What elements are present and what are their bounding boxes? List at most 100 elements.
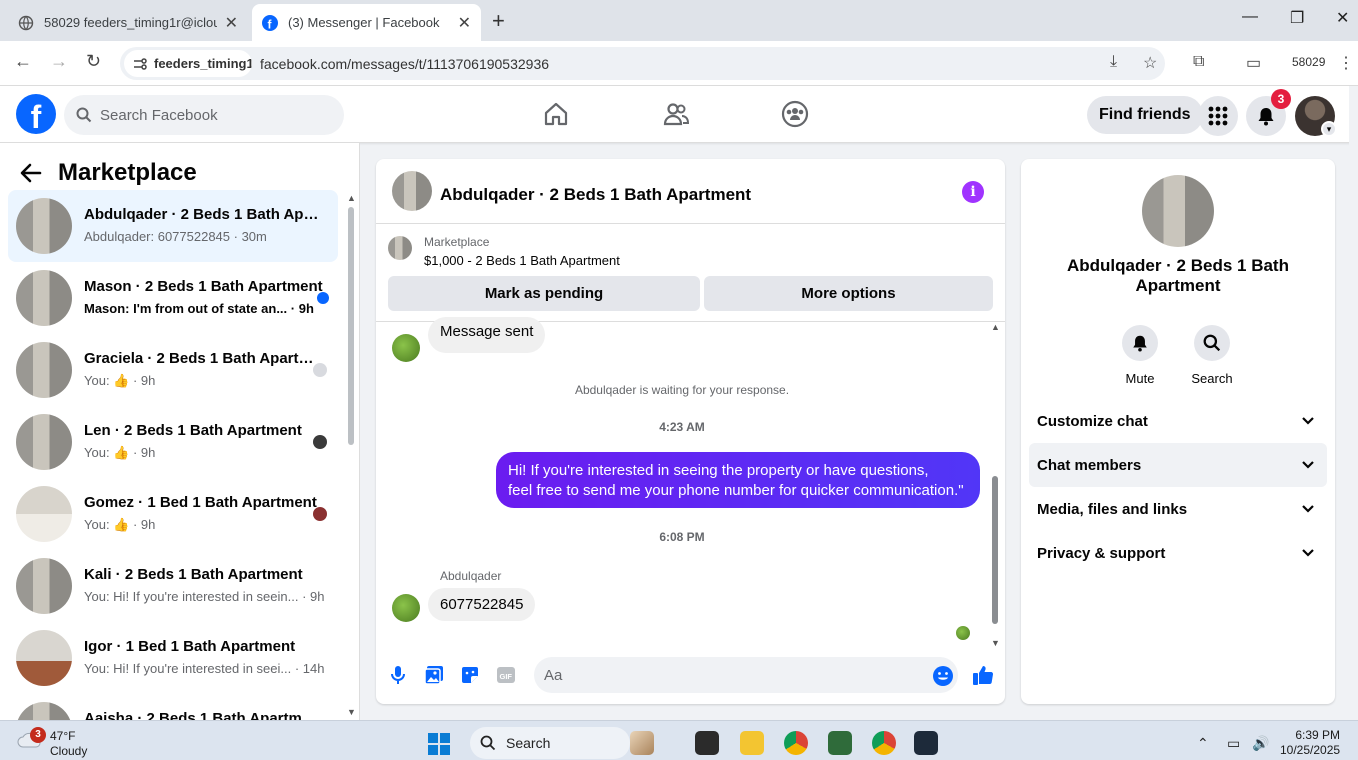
conversation-item[interactable]: Aaisha · 2 Beds 1 Bath Apartment xyxy=(8,694,338,720)
network-icon[interactable]: ▭ xyxy=(1227,735,1240,752)
profile-label[interactable]: 58029 xyxy=(1292,55,1325,69)
more-menu-icon[interactable]: ⋮ xyxy=(1338,53,1354,73)
conversation-avatar[interactable] xyxy=(1142,175,1214,247)
scrollbar-thumb[interactable] xyxy=(992,476,998,624)
sidebar-scrollbar[interactable]: ▲ ▼ xyxy=(346,193,356,717)
chat-scrollbar[interactable]: ▲ ▼ xyxy=(990,322,1000,648)
close-window-icon[interactable]: ✕ xyxy=(1336,8,1349,28)
conversation-item[interactable]: Gomez · 1 Bed 1 Bath Apartment You: 👍 · … xyxy=(8,478,338,550)
listing-title[interactable]: $1,000 - 2 Beds 1 Bath Apartment xyxy=(424,253,620,268)
new-tab-icon[interactable]: + xyxy=(492,8,505,34)
outgoing-message-bubble[interactable]: Hi! If you're interested in seeing the p… xyxy=(496,452,980,508)
gif-icon[interactable]: GIF xyxy=(494,663,518,687)
chevron-down-icon xyxy=(1302,417,1314,425)
incoming-message-bubble[interactable]: 6077522845 xyxy=(428,588,536,621)
chat-title[interactable]: Abdulqader · 2 Beds 1 Bath Apartment xyxy=(440,185,751,205)
tab-search-icon[interactable]: ▭ xyxy=(1246,53,1261,73)
message-input[interactable] xyxy=(534,657,958,693)
voice-clip-icon[interactable] xyxy=(386,663,410,687)
widget-app-icon[interactable] xyxy=(630,731,654,755)
photo-icon[interactable] xyxy=(422,663,446,687)
search-conversation-button[interactable]: Search xyxy=(1182,325,1242,386)
taskbar-search[interactable]: Search xyxy=(470,727,630,759)
sender-avatar[interactable] xyxy=(392,334,420,362)
facebook-search-bar[interactable]: Search Facebook xyxy=(64,95,344,135)
omnibox[interactable]: feeders_timing1... facebook.com/messages… xyxy=(120,47,1165,80)
chrome-profile-icon[interactable] xyxy=(872,731,896,755)
friends-icon[interactable] xyxy=(662,100,690,128)
conversation-name: Gomez · 1 Bed 1 Bath Apartment xyxy=(84,494,317,511)
system-clock[interactable]: 6:39 PM 10/25/2025 xyxy=(1280,728,1340,758)
home-icon[interactable] xyxy=(542,100,570,128)
browser-tab-icloud[interactable]: 58029 feeders_timing1r@icloud ✕ xyxy=(8,4,248,41)
chat-avatar[interactable] xyxy=(392,171,432,211)
file-explorer-icon[interactable] xyxy=(740,731,764,755)
bookmark-star-icon[interactable]: ☆ xyxy=(1143,53,1157,73)
find-friends-button[interactable]: Find friends xyxy=(1087,96,1203,134)
unread-dot xyxy=(317,292,329,304)
active-app-icon[interactable] xyxy=(914,731,938,755)
back-icon[interactable]: ← xyxy=(14,51,32,72)
chevron-down-icon xyxy=(1302,549,1314,557)
conversation-item[interactable]: Igor · 1 Bed 1 Bath Apartment You: Hi! I… xyxy=(8,622,338,694)
taskbar-search-label: Search xyxy=(506,735,551,751)
media-files-links-section[interactable]: Media, files and links xyxy=(1029,487,1327,531)
chevron-up-icon[interactable]: ⌃ xyxy=(1197,735,1209,752)
file-app-icon[interactable] xyxy=(695,731,719,755)
site-settings-icon xyxy=(134,57,147,70)
sticker-icon[interactable] xyxy=(458,663,482,687)
svg-text:GIF: GIF xyxy=(500,672,513,681)
emoji-icon[interactable] xyxy=(931,664,955,688)
conversation-item[interactable]: Graciela · 2 Beds 1 Bath Apartment You: … xyxy=(8,334,338,406)
mute-button[interactable]: Mute xyxy=(1110,325,1170,386)
weather-widget[interactable]: 3 47°F Cloudy xyxy=(16,727,87,758)
site-info-chip[interactable]: feeders_timing1... xyxy=(124,50,252,77)
listing-thumbnail[interactable] xyxy=(388,236,412,260)
scrollbar-thumb[interactable] xyxy=(348,207,354,445)
customize-chat-section[interactable]: Customize chat xyxy=(1029,399,1327,443)
back-arrow-icon[interactable] xyxy=(20,162,42,184)
minimize-icon[interactable]: — xyxy=(1242,8,1258,26)
listing-thumbnail xyxy=(16,342,72,398)
groups-icon[interactable] xyxy=(781,100,809,128)
sender-avatar[interactable] xyxy=(392,594,420,622)
reload-icon[interactable]: ↻ xyxy=(86,51,101,72)
conversation-preview: You: Hi! If you're interested in seein..… xyxy=(84,589,324,604)
sidebar-title: Marketplace xyxy=(58,159,197,186)
menu-button[interactable] xyxy=(1198,96,1238,136)
sidebar-header: Marketplace xyxy=(20,159,197,187)
restore-icon[interactable]: ❐ xyxy=(1290,8,1304,28)
close-tab-icon[interactable]: ✕ xyxy=(225,13,238,33)
message-line: feel free to send me your phone number f… xyxy=(508,482,964,499)
tab-title: (3) Messenger | Facebook xyxy=(288,15,440,30)
forward-icon[interactable]: → xyxy=(50,51,68,72)
like-thumb-icon[interactable] xyxy=(971,663,995,687)
info-icon[interactable]: i xyxy=(962,181,984,203)
extensions-icon[interactable]: ⧉ xyxy=(1193,53,1204,71)
url-text[interactable]: facebook.com/messages/t/1113706190532936 xyxy=(260,56,549,72)
conversation-item[interactable]: Len · 2 Beds 1 Bath Apartment You: 👍 · 9… xyxy=(8,406,338,478)
app-icon[interactable] xyxy=(828,731,852,755)
volume-icon[interactable]: 🔊 xyxy=(1252,735,1269,752)
conversation-item[interactable]: Mason · 2 Beds 1 Bath Apartment Mason: I… xyxy=(8,262,338,334)
weather-badge: 3 xyxy=(30,727,46,743)
page-scrollbar[interactable] xyxy=(1349,86,1358,720)
facebook-logo-icon[interactable]: f xyxy=(16,94,56,134)
windows-start-icon[interactable] xyxy=(428,733,450,755)
globe-icon xyxy=(18,15,34,30)
privacy-support-section[interactable]: Privacy & support xyxy=(1029,531,1327,575)
mark-as-pending-button[interactable]: Mark as pending xyxy=(388,276,700,311)
chrome-icon[interactable] xyxy=(784,731,808,755)
facebook-favicon-icon: f xyxy=(262,14,278,31)
conversation-item[interactable]: Abdulqader · 2 Beds 1 Bath Apartment Abd… xyxy=(8,190,338,262)
browser-tab-messenger[interactable]: f (3) Messenger | Facebook ✕ xyxy=(252,4,481,41)
install-app-icon[interactable]: ⤓ xyxy=(1110,53,1117,71)
more-options-button[interactable]: More options xyxy=(704,276,993,311)
listing-thumbnail xyxy=(16,414,72,470)
chat-members-section[interactable]: Chat members xyxy=(1029,443,1327,487)
listing-thumbnail xyxy=(16,486,72,542)
chevron-down-icon[interactable]: ▾ xyxy=(1321,121,1337,137)
conversation-item[interactable]: Kali · 2 Beds 1 Bath Apartment You: Hi! … xyxy=(8,550,338,622)
chevron-down-icon xyxy=(1302,461,1314,469)
close-tab-icon[interactable]: ✕ xyxy=(458,13,471,33)
